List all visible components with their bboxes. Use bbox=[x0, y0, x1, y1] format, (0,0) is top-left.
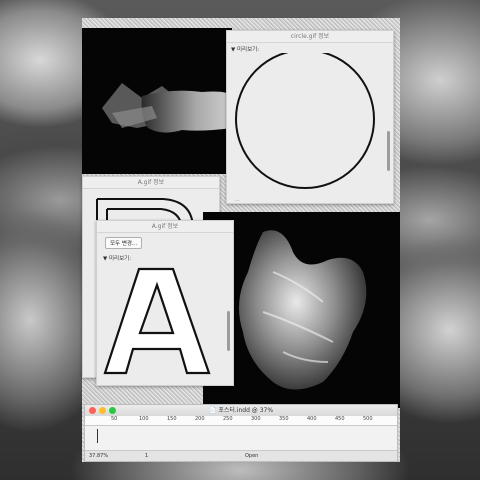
ruler-label: 150 bbox=[167, 416, 177, 422]
zoom-level[interactable]: 37.87% bbox=[89, 453, 108, 459]
circle-info-window[interactable]: circle.gif 정보 ▼ 미리보기: ... bbox=[226, 30, 394, 204]
a-info-window-front[interactable]: A.gif 정보 모두 변경... ▼ 미리보기: bbox=[96, 220, 234, 386]
status-bar: 37.87% 1 Open bbox=[85, 450, 397, 461]
window-title: A.gif 정보 bbox=[97, 221, 233, 233]
ruler-label: 50 bbox=[111, 416, 118, 422]
scrollbar[interactable] bbox=[387, 131, 390, 171]
letter-a-preview bbox=[103, 267, 211, 375]
ruler-label: 350 bbox=[279, 416, 289, 422]
ruler-label: 450 bbox=[335, 416, 345, 422]
ruler-label: 200 bbox=[195, 416, 205, 422]
text-cursor bbox=[97, 429, 98, 443]
page-number[interactable]: 1 bbox=[145, 453, 148, 459]
ruler-label: 500 bbox=[363, 416, 373, 422]
window-title: circle.gif 정보 bbox=[227, 31, 393, 43]
indesign-document-window[interactable]: 📄 포스터.indd @ 37% 50 100 150 200 250 300 … bbox=[84, 404, 398, 462]
horizontal-ruler[interactable]: 50 100 150 200 250 300 350 400 450 500 bbox=[85, 416, 397, 426]
window-title: A.gif 정보 bbox=[83, 177, 219, 189]
ruler-label: 100 bbox=[139, 416, 149, 422]
ruler-label: 400 bbox=[307, 416, 317, 422]
change-all-button[interactable]: 모두 변경... bbox=[105, 237, 143, 249]
open-status[interactable]: Open bbox=[245, 453, 258, 459]
ruler-label: 300 bbox=[251, 416, 261, 422]
scrollbar[interactable] bbox=[227, 311, 230, 351]
hand-photo bbox=[82, 28, 232, 174]
ruler-label: 250 bbox=[223, 416, 233, 422]
footer-text: ... bbox=[235, 197, 240, 203]
document-title: 📄 포스터.indd @ 37% bbox=[208, 407, 274, 414]
circle-preview bbox=[235, 53, 375, 189]
